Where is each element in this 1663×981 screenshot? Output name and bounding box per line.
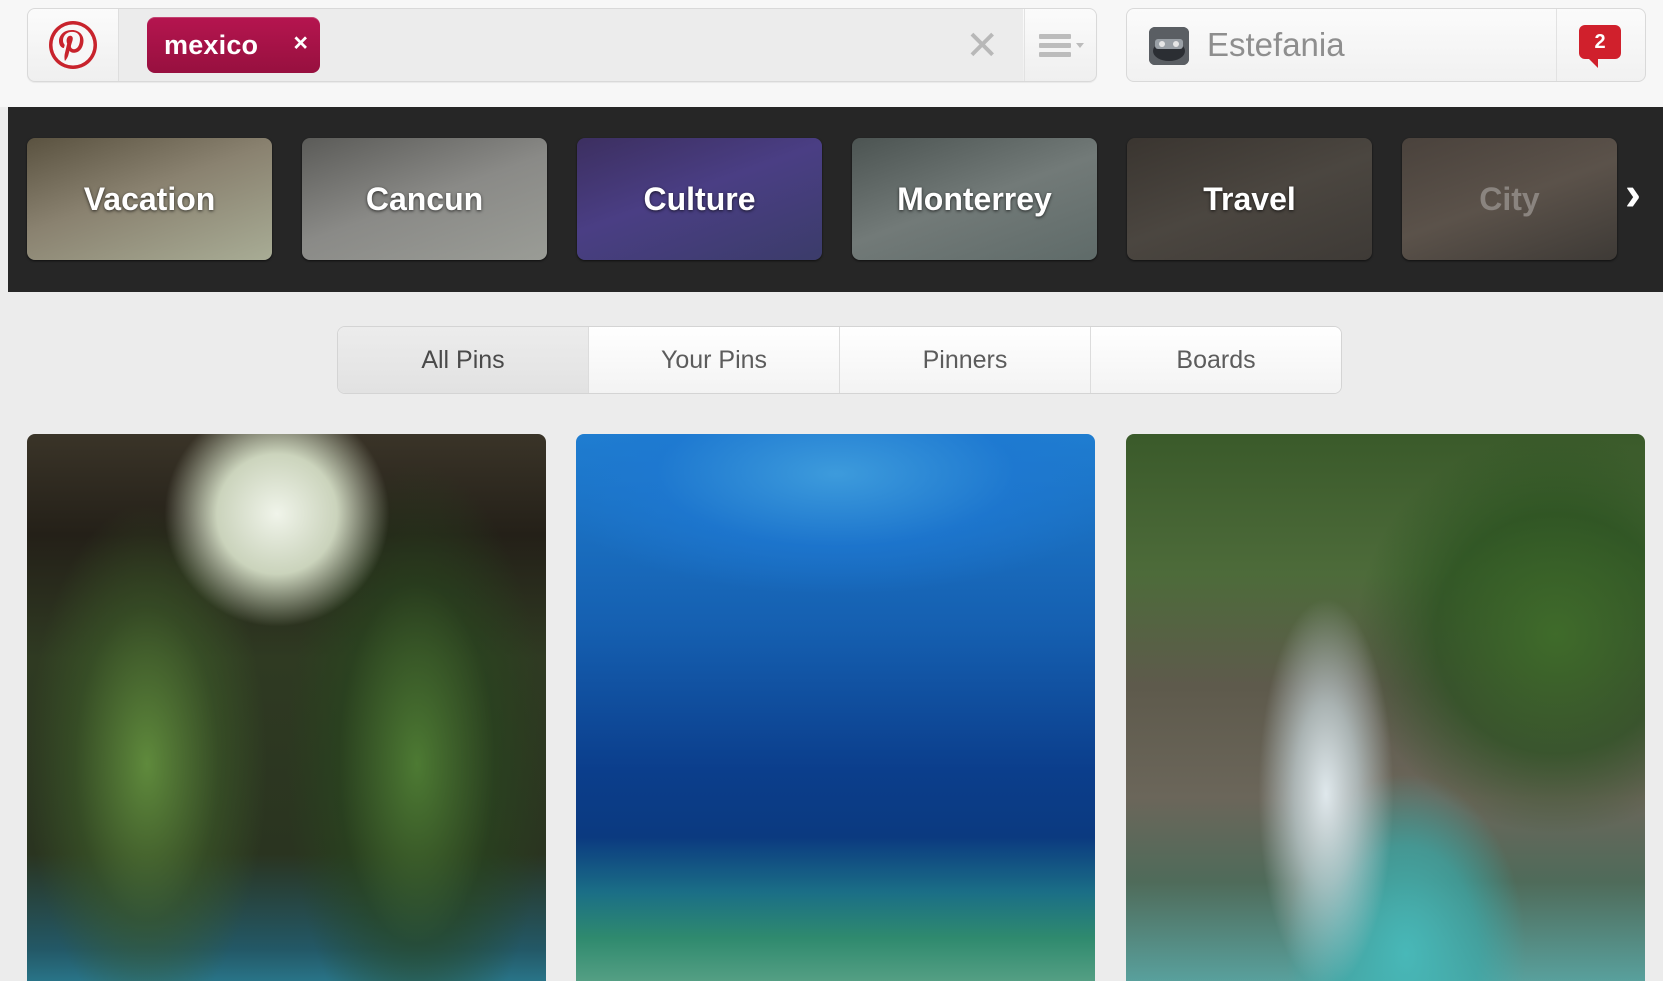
avatar-icon: [1149, 27, 1189, 65]
guide-label: Travel: [1203, 180, 1296, 217]
guide-monterrey[interactable]: Monterrey: [852, 138, 1097, 260]
pinterest-search-page: mexico × ✕ Estefania 2 Vacation Cancun C…: [0, 0, 1663, 981]
guide-label: Vacation: [83, 180, 216, 217]
tab-your-pins[interactable]: Your Pins: [588, 327, 839, 393]
menu-button[interactable]: [1024, 9, 1097, 81]
search-chip[interactable]: mexico ×: [147, 17, 320, 73]
guide-vacation[interactable]: Vacation: [27, 138, 272, 260]
menu-icon: [1039, 34, 1084, 57]
pin-cenote-image[interactable]: [27, 434, 546, 981]
guided-search-bar: Vacation Cancun Culture Monterrey Travel…: [8, 107, 1663, 292]
pin-river-image[interactable]: [1126, 434, 1645, 981]
user-name: Estefania: [1207, 26, 1345, 63]
guide-label: Culture: [643, 180, 756, 217]
tab-pinners[interactable]: Pinners: [839, 327, 1090, 393]
filter-tabs: All Pins Your Pins Pinners Boards: [337, 326, 1342, 394]
chip-remove-icon[interactable]: ×: [293, 29, 308, 58]
guide-label: City: [1479, 180, 1540, 217]
notification-badge: 2: [1579, 25, 1621, 68]
header: mexico × ✕ Estefania 2: [0, 0, 1663, 107]
pinterest-logo-button[interactable]: [28, 9, 119, 81]
guide-city[interactable]: City: [1402, 138, 1617, 260]
tab-boards[interactable]: Boards: [1090, 327, 1341, 393]
user-menu[interactable]: Estefania 2: [1126, 8, 1646, 82]
clear-search-icon[interactable]: ✕: [965, 23, 999, 69]
guide-label: Cancun: [365, 180, 484, 217]
search-bar: mexico × ✕: [27, 8, 1097, 82]
chevron-right-icon[interactable]: ›: [1625, 167, 1641, 222]
pinterest-logo-icon: [49, 21, 97, 69]
guide-label: Monterrey: [897, 180, 1052, 217]
pin-underwater-image[interactable]: [576, 434, 1095, 981]
avatar[interactable]: [1149, 27, 1189, 65]
notifications-button[interactable]: 2: [1556, 9, 1645, 81]
search-field[interactable]: mexico × ✕: [119, 9, 1023, 81]
tab-all-pins[interactable]: All Pins: [338, 327, 588, 393]
search-chip-label: mexico: [164, 29, 259, 60]
guide-culture[interactable]: Culture: [577, 138, 822, 260]
guide-travel[interactable]: Travel: [1127, 138, 1372, 260]
guide-cancun[interactable]: Cancun: [302, 138, 547, 260]
